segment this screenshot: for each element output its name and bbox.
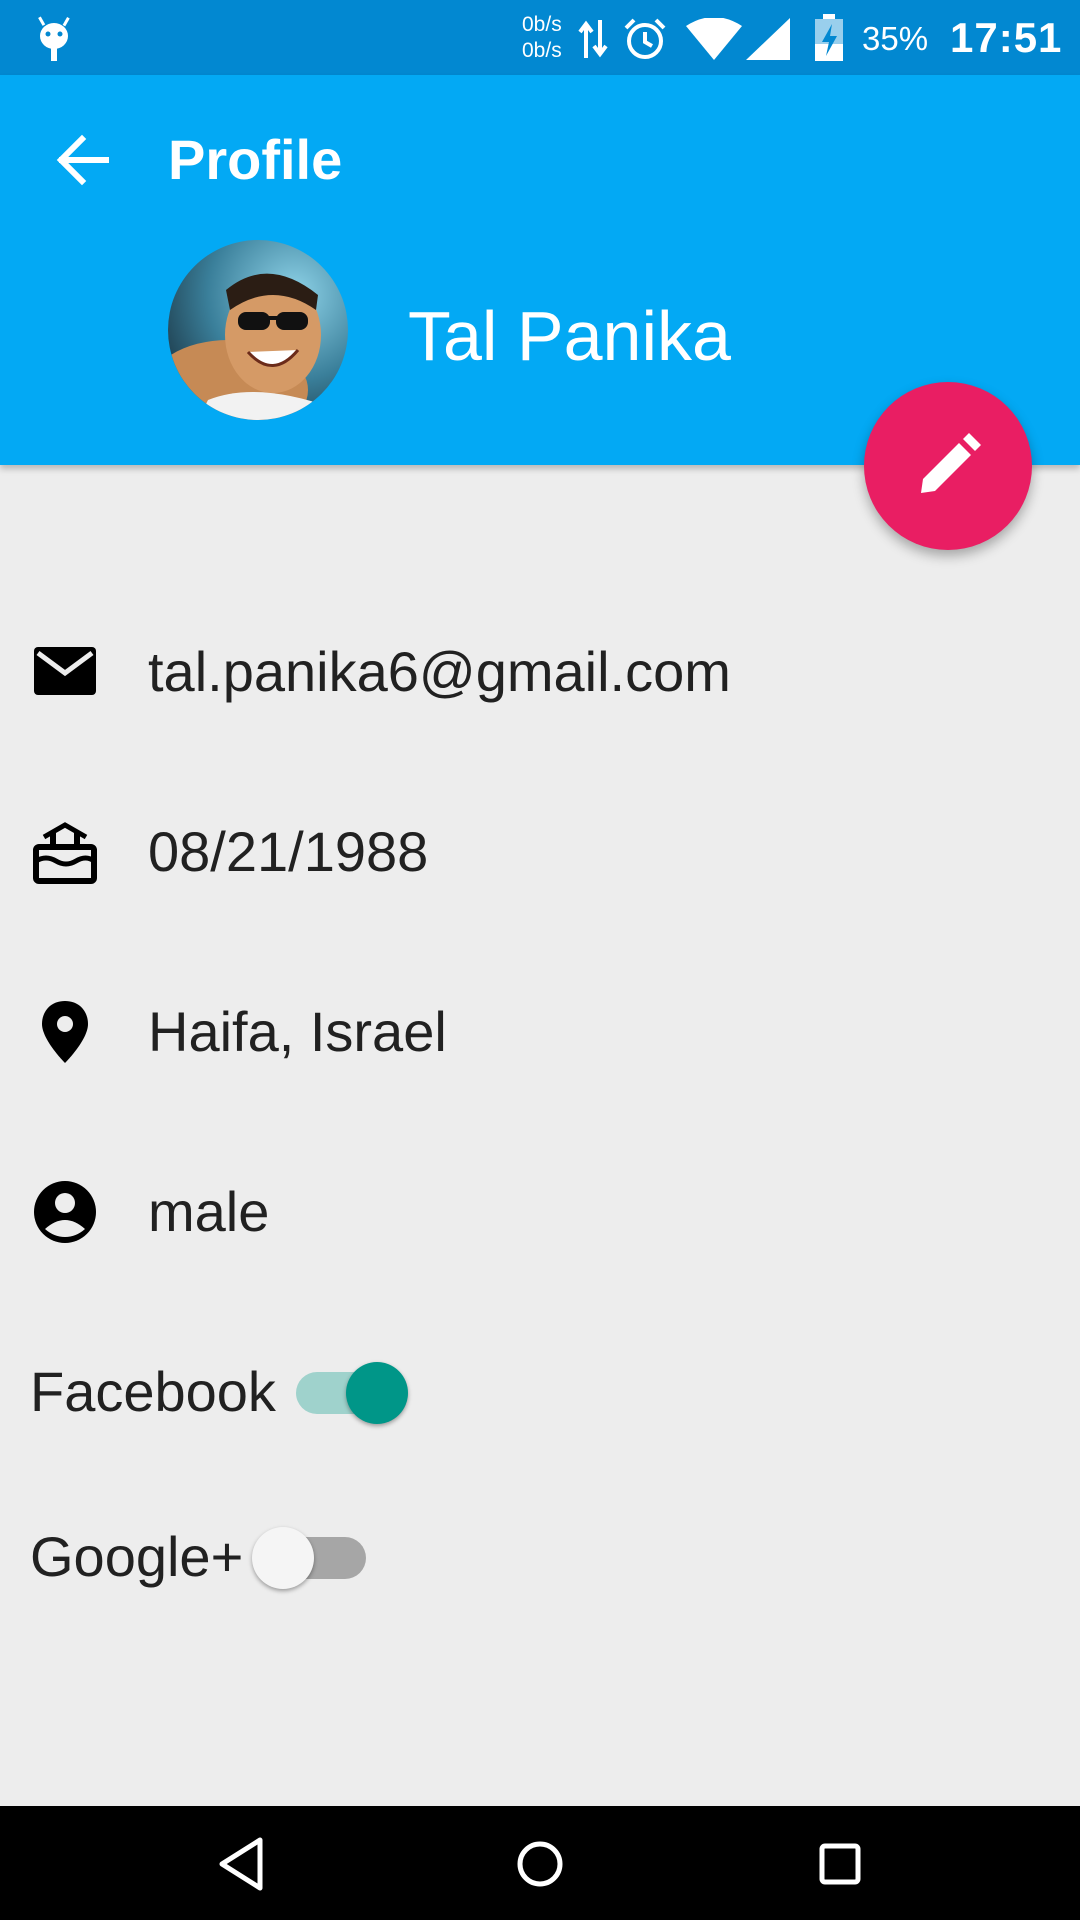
facebook-switch[interactable] (294, 1362, 410, 1424)
clock: 17:51 (950, 14, 1063, 61)
recents-square-icon[interactable] (808, 1832, 872, 1896)
edit-profile-button[interactable] (864, 382, 1032, 550)
googleplus-switch-thumb (252, 1527, 314, 1589)
location-value: Haifa, Israel (148, 1000, 447, 1063)
email-row: tal.panika6@gmail.com (0, 617, 1080, 727)
avatar (168, 240, 348, 420)
gender-row: male (0, 1157, 1080, 1267)
net-down-text: 0b/s (522, 39, 562, 62)
user-name: Tal Panika (408, 297, 731, 375)
back-triangle-icon[interactable] (208, 1832, 272, 1896)
navigation-bar (0, 1806, 1080, 1920)
home-circle-icon[interactable] (508, 1832, 572, 1896)
avatar-photo (168, 240, 348, 420)
email-icon (34, 647, 96, 695)
arrow-back-icon[interactable] (50, 127, 116, 193)
birthday-value: 08/21/1988 (148, 820, 429, 883)
email-value: tal.panika6@gmail.com (148, 640, 731, 703)
status-bar: 0b/s 0b/s 35% 17:51 (0, 0, 1080, 75)
location-pin-icon (42, 1001, 88, 1063)
gender-value: male (148, 1180, 270, 1243)
facebook-switch-thumb (346, 1362, 408, 1424)
page-title: Profile (168, 128, 343, 191)
facebook-label: Facebook (30, 1360, 276, 1423)
googleplus-toggle-row: Google+ (0, 1507, 1080, 1607)
birthday-row: 08/21/1988 (0, 797, 1080, 907)
googleplus-label: Google+ (30, 1525, 244, 1588)
battery-icon (815, 14, 843, 61)
googleplus-switch[interactable] (252, 1527, 368, 1589)
net-up-text: 0b/s (522, 13, 562, 36)
data-arrows-icon (578, 20, 608, 58)
account-circle-icon (34, 1181, 96, 1243)
battery-percent: 35% (862, 20, 929, 57)
cake-icon (33, 822, 97, 884)
android-icon (38, 16, 70, 61)
wifi-icon (686, 18, 742, 60)
signal-icon (746, 18, 790, 60)
alarm-icon (624, 18, 666, 59)
facebook-toggle-row: Facebook (0, 1342, 1080, 1442)
network-speed: 0b/s 0b/s (522, 12, 562, 64)
pencil-icon (921, 433, 981, 493)
location-row: Haifa, Israel (0, 977, 1080, 1087)
